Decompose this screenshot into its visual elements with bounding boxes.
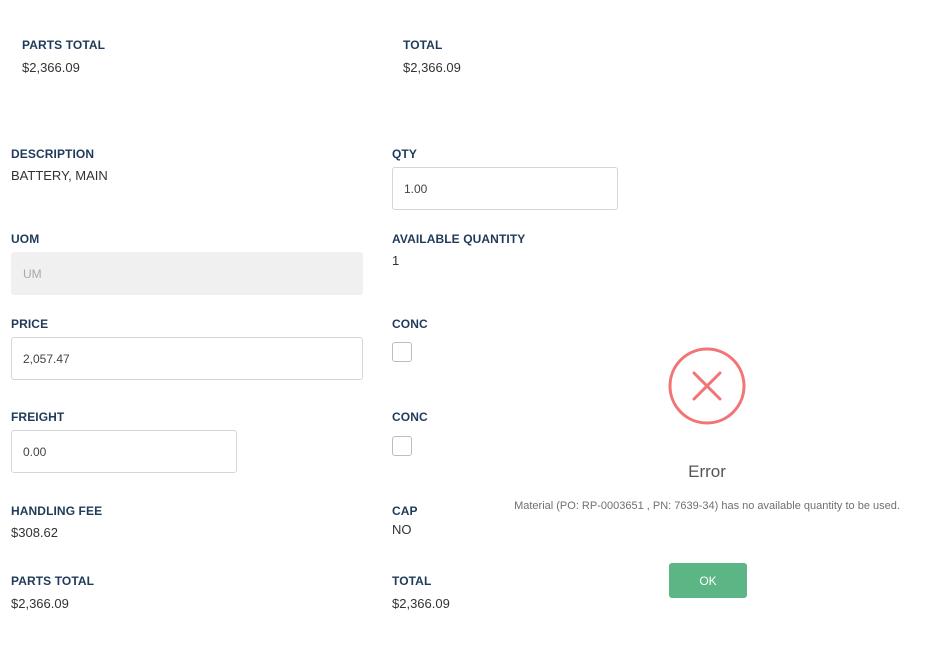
available-quantity-label: AVAILABLE QUANTITY — [392, 232, 526, 246]
ok-button[interactable]: OK — [669, 563, 747, 598]
price-input[interactable] — [11, 337, 363, 380]
top-parts-total-value: $2,366.09 — [22, 60, 80, 75]
top-total-label: TOTAL — [403, 38, 443, 52]
cap-label: CAP — [392, 504, 418, 518]
conc-label-freight: CONC — [392, 410, 428, 424]
error-x-circle-icon — [668, 347, 746, 425]
conc-label-price: CONC — [392, 317, 428, 331]
uom-label: UOM — [11, 232, 40, 246]
conc-checkbox-price[interactable] — [392, 342, 412, 362]
description-value: BATTERY, MAIN — [11, 168, 108, 183]
description-label: DESCRIPTION — [11, 147, 95, 161]
cap-value: NO — [392, 522, 412, 537]
available-quantity-value: 1 — [392, 253, 400, 268]
uom-input — [11, 252, 363, 295]
qty-label: QTY — [392, 147, 417, 161]
handling-fee-value: $308.62 — [11, 525, 58, 540]
handling-fee-label: HANDLING FEE — [11, 504, 103, 518]
top-parts-total-label: PARTS TOTAL — [22, 38, 106, 52]
conc-checkbox-freight[interactable] — [392, 436, 412, 456]
parts-total-label: PARTS TOTAL — [11, 574, 95, 588]
top-total-value: $2,366.09 — [403, 60, 461, 75]
total-label: TOTAL — [392, 574, 432, 588]
error-title: Error — [688, 462, 726, 481]
freight-label: FREIGHT — [11, 410, 65, 424]
price-label: PRICE — [11, 317, 49, 331]
parts-total-value: $2,366.09 — [11, 596, 69, 611]
error-message: Material (PO: RP-0003651 , PN: 7639-34) … — [514, 500, 900, 512]
total-value: $2,366.09 — [392, 596, 450, 611]
qty-input[interactable] — [392, 167, 618, 210]
freight-input[interactable] — [11, 430, 237, 473]
